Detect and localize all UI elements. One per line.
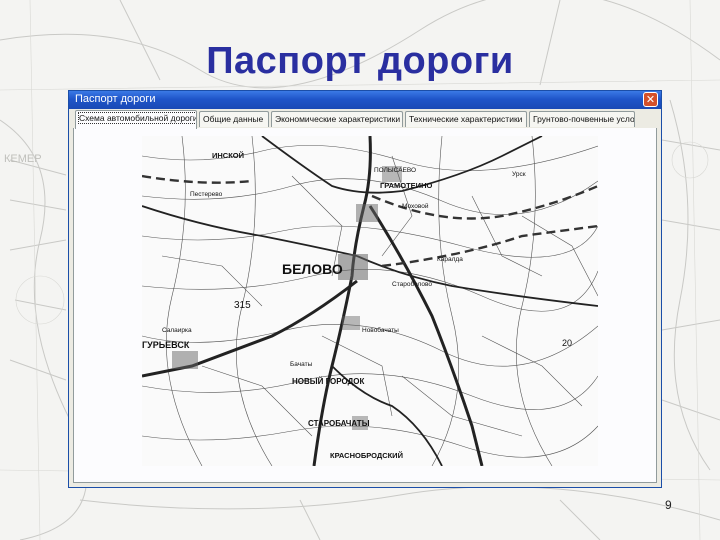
map-label-inskoy: ИНСКОЙ [212, 151, 244, 160]
map-label-belovo: БЕЛОВО [282, 261, 343, 277]
map-label-starobachaty: СТАРОБАЧАТЫ [308, 419, 370, 428]
tab-general-data[interactable]: Общие данные [199, 111, 269, 127]
close-icon: ✕ [645, 93, 656, 106]
app-window: Паспорт дороги ✕ Схема автомобильной дор… [68, 90, 662, 488]
map-label-gurevsk: ГУРЬЕВСК [142, 340, 190, 350]
map-highway-number: 315 [234, 300, 251, 311]
map-label-pesterevo: Пестерево [190, 191, 223, 198]
map-highway-number: 20 [562, 338, 572, 348]
slide-title: Паспорт дороги [206, 40, 514, 82]
map-label-salairka: Салаирка [162, 327, 192, 334]
window-title-bar[interactable]: Паспорт дороги ✕ [69, 91, 661, 109]
tab-soil-conditions[interactable]: Грунтово-почвенные условия [529, 111, 635, 127]
map-label-ursk: Урск [512, 171, 526, 178]
road-map-drawing: БЕЛОВО ГУРЬЕВСК НОВЫЙ ГОРОДОК СТАРОБАЧАТ… [142, 136, 598, 466]
map-label-karalda: Каралда [437, 256, 463, 263]
map-label-bachaty: Бачаты [290, 361, 313, 368]
map-label-novobachaty: Новобачаты [362, 326, 399, 334]
map-label-mokhovoy: Моховой [402, 202, 429, 210]
tab-technical-characteristics[interactable]: Технические характеристики [405, 111, 527, 127]
map-label-novy-gorodok: НОВЫЙ ГОРОДОК [292, 377, 365, 386]
slide-page-number: 9 [665, 498, 672, 512]
window-title: Паспорт дороги [75, 93, 156, 105]
close-button[interactable]: ✕ [643, 92, 658, 107]
tab-panel-road-scheme: БЕЛОВО ГУРЬЕВСК НОВЫЙ ГОРОДОК СТАРОБАЧАТ… [73, 128, 657, 483]
map-label-starobelovo: Старобелово [392, 280, 432, 288]
tab-road-scheme[interactable]: Схема автомобильной дороги [75, 110, 197, 129]
background-map-label: КЕМЕР [4, 153, 42, 165]
map-label-polysaevo: ПОЛЫСАЕВО [374, 167, 416, 174]
map-label-gramoteino: ГРАМОТЕИНО [380, 181, 432, 190]
tab-strip: Схема автомобильной дороги Общие данные … [73, 110, 657, 129]
road-scheme-map[interactable]: БЕЛОВО ГУРЬЕВСК НОВЫЙ ГОРОДОК СТАРОБАЧАТ… [142, 136, 598, 466]
tab-economic-characteristics[interactable]: Экономические характеристики [271, 111, 403, 127]
map-label-krasnobrodsky: КРАСНОБРОДСКИЙ [330, 451, 403, 460]
